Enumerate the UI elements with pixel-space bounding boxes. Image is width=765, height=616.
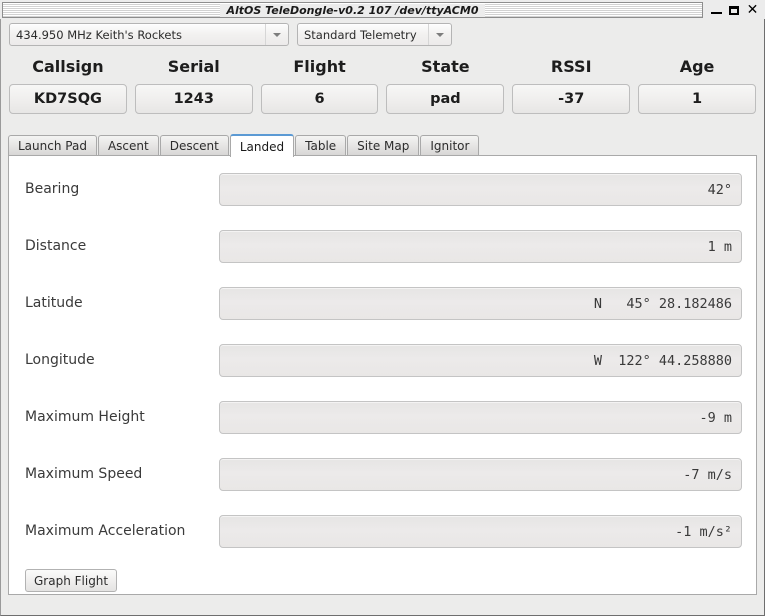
tab-label: Descent [170, 139, 219, 153]
field-label-longitude: Longitude [25, 344, 95, 377]
status-label: Callsign [9, 50, 127, 84]
field-label-distance: Distance [25, 230, 86, 263]
status-cell-serial: Serial [135, 50, 253, 84]
status-value-flight: 6 [261, 84, 379, 114]
status-label: Flight [261, 50, 379, 84]
tab-table[interactable]: Table [295, 135, 346, 156]
toolbar: 434.950 MHz Keith's Rockets Standard Tel… [1, 20, 764, 49]
tab-descent[interactable]: Descent [160, 135, 229, 156]
status-value-callsign: KD7SQG [9, 84, 127, 114]
tab-ignitor[interactable]: Ignitor [420, 135, 479, 156]
status-value-row: KD7SQG 1243 6 pad -37 1 [9, 84, 756, 114]
tab-landed[interactable]: Landed [230, 134, 294, 157]
status-cell-callsign: Callsign [9, 50, 127, 84]
landed-panel: Bearing 42° Distance 1 m Latitude N 45° … [8, 155, 757, 595]
field-value-maximum-acceleration: -1 m/s² [219, 515, 742, 548]
application-window: AltOS TeleDongle-v0.2 107 /dev/ttyACM0 ✕… [0, 0, 765, 616]
tab-label: Ascent [108, 139, 149, 153]
status-label: Age [638, 50, 756, 84]
close-icon[interactable]: ✕ [746, 4, 759, 17]
frequency-select-value: 434.950 MHz Keith's Rockets [10, 24, 265, 45]
field-value-maximum-speed: -7 m/s [219, 458, 742, 491]
chevron-down-icon[interactable] [428, 24, 451, 45]
tab-label: Landed [240, 140, 284, 154]
status-label: Serial [135, 50, 253, 84]
chevron-down-icon[interactable] [265, 24, 288, 45]
field-label-maximum-acceleration: Maximum Acceleration [25, 515, 185, 548]
graph-flight-button[interactable]: Graph Flight [25, 569, 117, 592]
field-value-longitude: W 122° 44.258880 [219, 344, 742, 377]
field-row-distance: Distance 1 m [9, 230, 756, 263]
status-value-cell-rssi: -37 [512, 84, 630, 114]
field-value-maximum-height: -9 m [219, 401, 742, 434]
tab-launch-pad[interactable]: Launch Pad [8, 135, 97, 156]
status-value-cell-state: pad [386, 84, 504, 114]
field-label-bearing: Bearing [25, 173, 79, 206]
tab-label: Launch Pad [18, 139, 87, 153]
maximize-icon[interactable] [728, 4, 741, 17]
tab-site-map[interactable]: Site Map [347, 135, 419, 156]
telemetry-select[interactable]: Standard Telemetry [297, 23, 452, 46]
status-label: RSSI [512, 50, 630, 84]
status-cell-flight: Flight [261, 50, 379, 84]
field-label-latitude: Latitude [25, 287, 83, 320]
field-value-bearing: 42° [219, 173, 742, 206]
window-controls: ✕ [703, 2, 763, 18]
field-label-maximum-height: Maximum Height [25, 401, 145, 434]
title-bar[interactable]: AltOS TeleDongle-v0.2 107 /dev/ttyACM0 ✕ [0, 0, 765, 19]
status-value-cell-serial: 1243 [135, 84, 253, 114]
status-value-age: 1 [638, 84, 756, 114]
field-row-longitude: Longitude W 122° 44.258880 [9, 344, 756, 377]
tab-ascent[interactable]: Ascent [98, 135, 159, 156]
field-row-latitude: Latitude N 45° 28.182486 [9, 287, 756, 320]
status-header: Callsign Serial Flight State RSSI Age KD… [1, 50, 764, 128]
field-row-maximum-acceleration: Maximum Acceleration -1 m/s² [9, 515, 756, 548]
status-label-row: Callsign Serial Flight State RSSI Age [9, 50, 756, 84]
field-row-maximum-height: Maximum Height -9 m [9, 401, 756, 434]
field-row-maximum-speed: Maximum Speed -7 m/s [9, 458, 756, 491]
title-bar-strip: AltOS TeleDongle-v0.2 107 /dev/ttyACM0 [2, 2, 703, 18]
status-value-serial: 1243 [135, 84, 253, 114]
frequency-select[interactable]: 434.950 MHz Keith's Rockets [9, 23, 289, 46]
field-row-bearing: Bearing 42° [9, 173, 756, 206]
status-cell-age: Age [638, 50, 756, 84]
minimize-icon[interactable] [710, 4, 723, 17]
field-label-maximum-speed: Maximum Speed [25, 458, 142, 491]
status-cell-state: State [386, 50, 504, 84]
tab-label: Site Map [357, 139, 409, 153]
status-cell-rssi: RSSI [512, 50, 630, 84]
field-value-distance: 1 m [219, 230, 742, 263]
status-value-rssi: -37 [512, 84, 630, 114]
status-value-state: pad [386, 84, 504, 114]
telemetry-select-value: Standard Telemetry [298, 24, 428, 45]
tab-bar: Launch Pad Ascent Descent Landed Table S… [8, 133, 757, 156]
window-title: AltOS TeleDongle-v0.2 107 /dev/ttyACM0 [220, 4, 486, 17]
status-value-cell-callsign: KD7SQG [9, 84, 127, 114]
status-value-cell-age: 1 [638, 84, 756, 114]
field-value-latitude: N 45° 28.182486 [219, 287, 742, 320]
status-value-cell-flight: 6 [261, 84, 379, 114]
status-label: State [386, 50, 504, 84]
tab-label: Ignitor [430, 139, 469, 153]
tab-label: Table [305, 139, 336, 153]
